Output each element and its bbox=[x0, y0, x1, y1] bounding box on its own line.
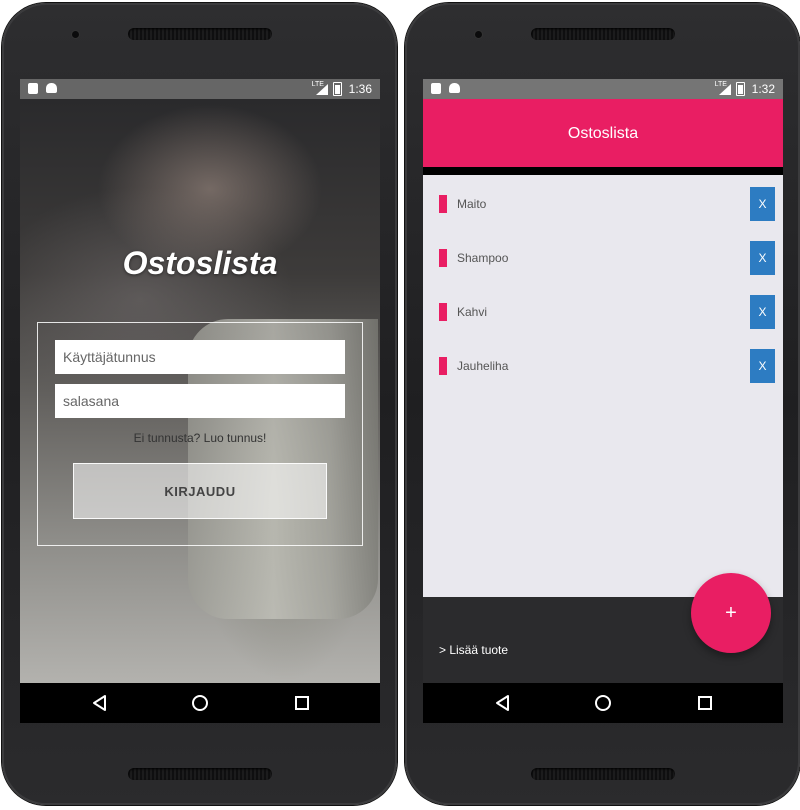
back-icon[interactable] bbox=[90, 693, 110, 713]
item-label: Maito bbox=[457, 197, 487, 211]
item-marker bbox=[439, 303, 447, 321]
list-item[interactable]: Jauheliha X bbox=[423, 345, 783, 389]
front-camera bbox=[72, 31, 79, 38]
list-item[interactable]: Kahvi X bbox=[423, 291, 783, 335]
bottom-speaker bbox=[128, 768, 272, 780]
bottom-speaker bbox=[531, 768, 675, 780]
shopping-list-screen: LTE 1:32 Ostoslista Maito X Shampoo X Ka… bbox=[423, 79, 783, 723]
recents-icon[interactable] bbox=[292, 693, 312, 713]
login-form: Ei tunnusta? Luo tunnus! KIRJAUDU bbox=[37, 322, 363, 546]
login-screen: LTE 1:36 Ostoslista Ei tunnusta? Luo tun… bbox=[20, 79, 380, 723]
username-input[interactable] bbox=[55, 340, 345, 374]
earpiece-speaker bbox=[128, 28, 272, 40]
status-bar: LTE 1:36 bbox=[20, 79, 380, 99]
password-input[interactable] bbox=[55, 384, 345, 418]
list-item[interactable]: Maito X bbox=[423, 183, 783, 227]
shopping-list: Maito X Shampoo X Kahvi X Jauheliha X bbox=[423, 175, 783, 597]
back-icon[interactable] bbox=[493, 693, 513, 713]
home-icon[interactable] bbox=[593, 693, 613, 713]
app-title: Ostoslista bbox=[567, 125, 639, 142]
item-label: Shampoo bbox=[457, 251, 509, 265]
front-camera bbox=[475, 31, 482, 38]
status-bar: LTE 1:32 bbox=[423, 79, 783, 99]
login-button[interactable]: KIRJAUDU bbox=[73, 463, 327, 519]
app-title: Ostoslista bbox=[122, 245, 278, 281]
signup-link[interactable]: Ei tunnusta? Luo tunnus! bbox=[38, 431, 362, 445]
network-type: LTE bbox=[714, 81, 727, 88]
status-time: 1:36 bbox=[348, 82, 372, 96]
android-icon bbox=[46, 83, 57, 93]
item-label: Jauheliha bbox=[457, 359, 509, 373]
signal-icon: LTE bbox=[311, 81, 328, 95]
phone-left: LTE 1:36 Ostoslista Ei tunnusta? Luo tun… bbox=[2, 3, 397, 805]
add-item-fab[interactable]: + bbox=[691, 573, 771, 653]
phone-right: LTE 1:32 Ostoslista Maito X Shampoo X Ka… bbox=[405, 3, 800, 805]
battery-icon bbox=[332, 82, 342, 96]
item-marker bbox=[439, 195, 447, 213]
recents-icon[interactable] bbox=[695, 693, 715, 713]
delete-item-button[interactable]: X bbox=[750, 349, 775, 383]
network-type: LTE bbox=[311, 81, 324, 88]
battery-icon bbox=[735, 82, 745, 96]
delete-item-button[interactable]: X bbox=[750, 241, 775, 275]
item-marker bbox=[439, 249, 447, 267]
item-label: Kahvi bbox=[457, 305, 488, 319]
add-item-label[interactable]: > Lisää tuote bbox=[439, 643, 508, 657]
navigation-bar bbox=[20, 683, 380, 723]
status-time: 1:32 bbox=[751, 82, 775, 96]
sd-card-icon bbox=[431, 83, 441, 94]
delete-item-button[interactable]: X bbox=[750, 295, 775, 329]
android-icon bbox=[449, 83, 460, 93]
signal-icon: LTE bbox=[714, 81, 731, 95]
home-icon[interactable] bbox=[190, 693, 210, 713]
earpiece-speaker bbox=[531, 28, 675, 40]
delete-item-button[interactable]: X bbox=[750, 187, 775, 221]
navigation-bar bbox=[423, 683, 783, 723]
sd-card-icon bbox=[28, 83, 38, 94]
app-bar: Ostoslista bbox=[423, 99, 783, 167]
list-item[interactable]: Shampoo X bbox=[423, 237, 783, 281]
item-marker bbox=[439, 357, 447, 375]
